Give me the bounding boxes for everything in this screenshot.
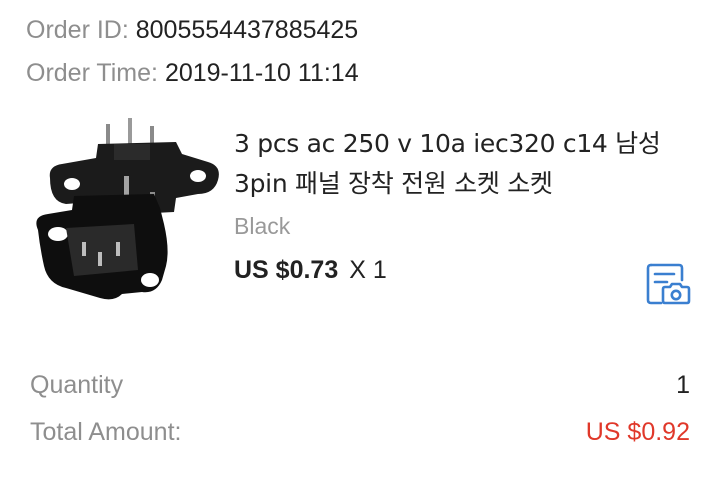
product-variant: Black [234,213,291,239]
product-info: 3 pcs ac 250 v 10a iec320 c14 남성 3pin 패널… [234,124,674,285]
order-id-label: Order ID: [26,16,129,44]
product-image[interactable] [26,118,222,308]
unit-price: US $0.73 [234,256,339,284]
product-title[interactable]: 3 pcs ac 250 v 10a iec320 c14 남성 3pin 패널… [234,124,674,204]
order-id-row: Order ID: 8005554437885425 [26,15,358,45]
quantity-label: Quantity [30,371,124,399]
order-detail-card: Order ID: 8005554437885425 Order Time: 2… [0,0,720,482]
quantity-value: 1 [676,371,690,399]
total-amount-value: US $0.92 [585,418,690,446]
power-socket-icon [36,118,219,300]
total-amount-row: Total Amount: US $0.92 [30,417,690,447]
order-time-label: Order Time: [26,59,158,87]
order-time-value: 2019-11-10 11:14 [164,59,359,87]
order-time-row: Order Time: 2019-11-10 11:14 [26,58,359,88]
quantity-row: Quantity 1 [30,370,690,400]
price-row: US $0.73 X 1 [234,255,674,285]
snapshot-button[interactable] [645,262,691,306]
document-camera-icon [646,263,691,305]
order-id-value: 8005554437885425 [135,16,359,44]
item-quantity: X 1 [349,256,387,284]
total-amount-label: Total Amount: [30,418,182,446]
